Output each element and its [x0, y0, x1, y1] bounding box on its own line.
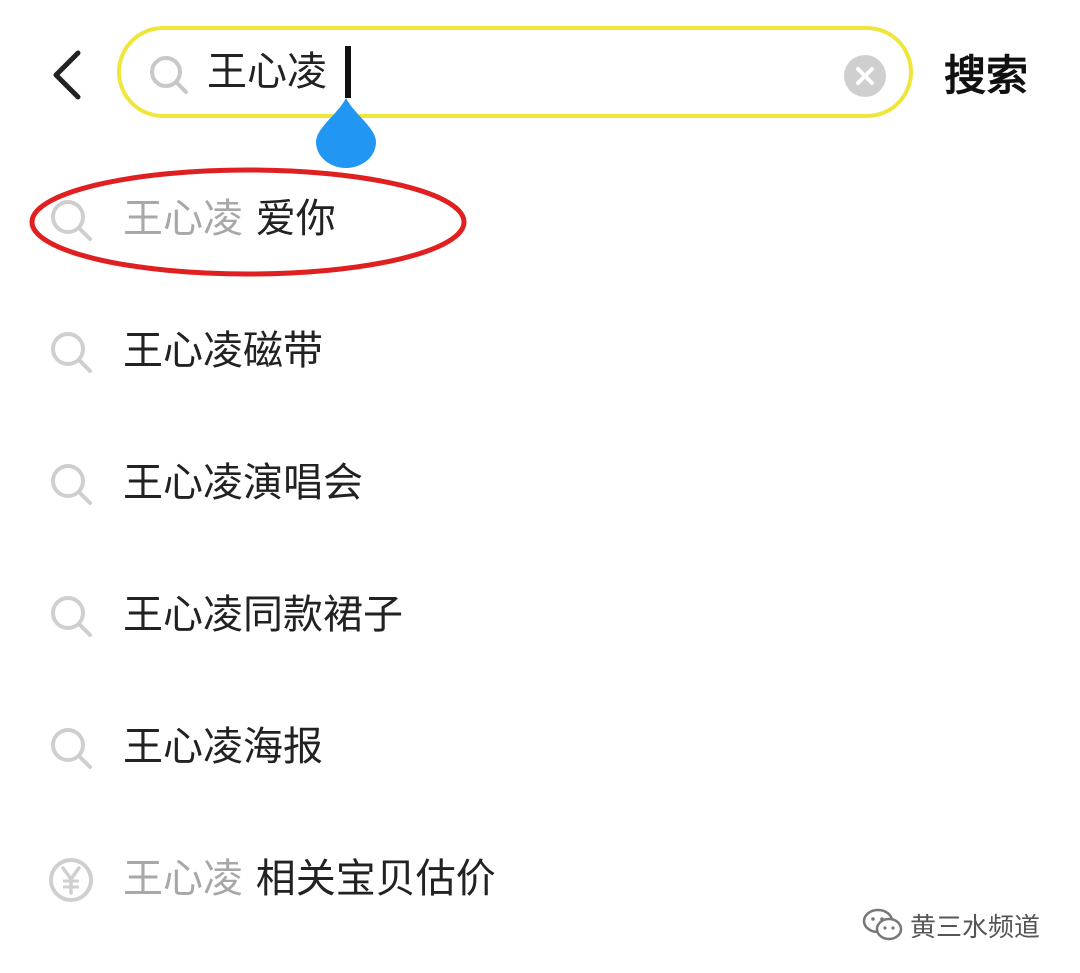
suggestion-label: 王心凌 相关宝贝估价: [123, 848, 496, 910]
suggestion-label: 王心凌磁带: [123, 328, 323, 374]
search-input[interactable]: 王心凌: [207, 42, 327, 102]
back-button[interactable]: [40, 45, 100, 105]
suggestion-label: 王心凌演唱会: [123, 460, 363, 506]
search-icon: [51, 728, 92, 769]
suggestion-query-part: 王心凌: [123, 856, 243, 902]
suggestion-item[interactable]: 王心凌磁带: [0, 282, 1080, 414]
clear-icon: [844, 55, 886, 97]
suggestion-label: 王心凌 爱你: [123, 188, 336, 250]
suggestion-query-part: 王心凌: [123, 196, 243, 242]
chevron-left-icon: [53, 50, 81, 100]
suggestion-item[interactable]: 王心凌演唱会: [0, 414, 1080, 546]
wechat-icon: [862, 908, 903, 941]
suggestion-rest-part: 爱你: [243, 196, 336, 242]
yen-icon: [49, 858, 93, 902]
search-icon: [51, 596, 92, 637]
search-button[interactable]: 搜索: [944, 46, 1028, 106]
suggestion-label: 王心凌海报: [123, 724, 323, 770]
suggestion-rest-part: 相关宝贝估价: [243, 856, 496, 902]
clear-button[interactable]: [843, 54, 887, 98]
search-header: 王心凌 搜索: [0, 0, 1080, 168]
watermark: 黄三水频道: [862, 902, 1040, 948]
suggestion-item[interactable]: 王心凌海报: [0, 678, 1080, 810]
search-icon: [51, 200, 92, 241]
suggestion-item[interactable]: 王心凌 爱你: [0, 150, 1080, 282]
search-icon: [51, 464, 92, 505]
search-icon: [150, 56, 188, 94]
text-cursor: [345, 46, 351, 98]
suggestion-label: 王心凌同款裙子: [123, 592, 403, 638]
watermark-text: 黄三水频道: [910, 912, 1041, 943]
search-box[interactable]: 王心凌: [117, 26, 913, 118]
search-icon: [51, 332, 92, 373]
suggestion-list: 王心凌 爱你 王心凌磁带 王心凌演唱会 王心凌同款裙子 王心凌海报 王心凌 相关…: [0, 150, 1080, 942]
suggestion-item[interactable]: 王心凌同款裙子: [0, 546, 1080, 678]
